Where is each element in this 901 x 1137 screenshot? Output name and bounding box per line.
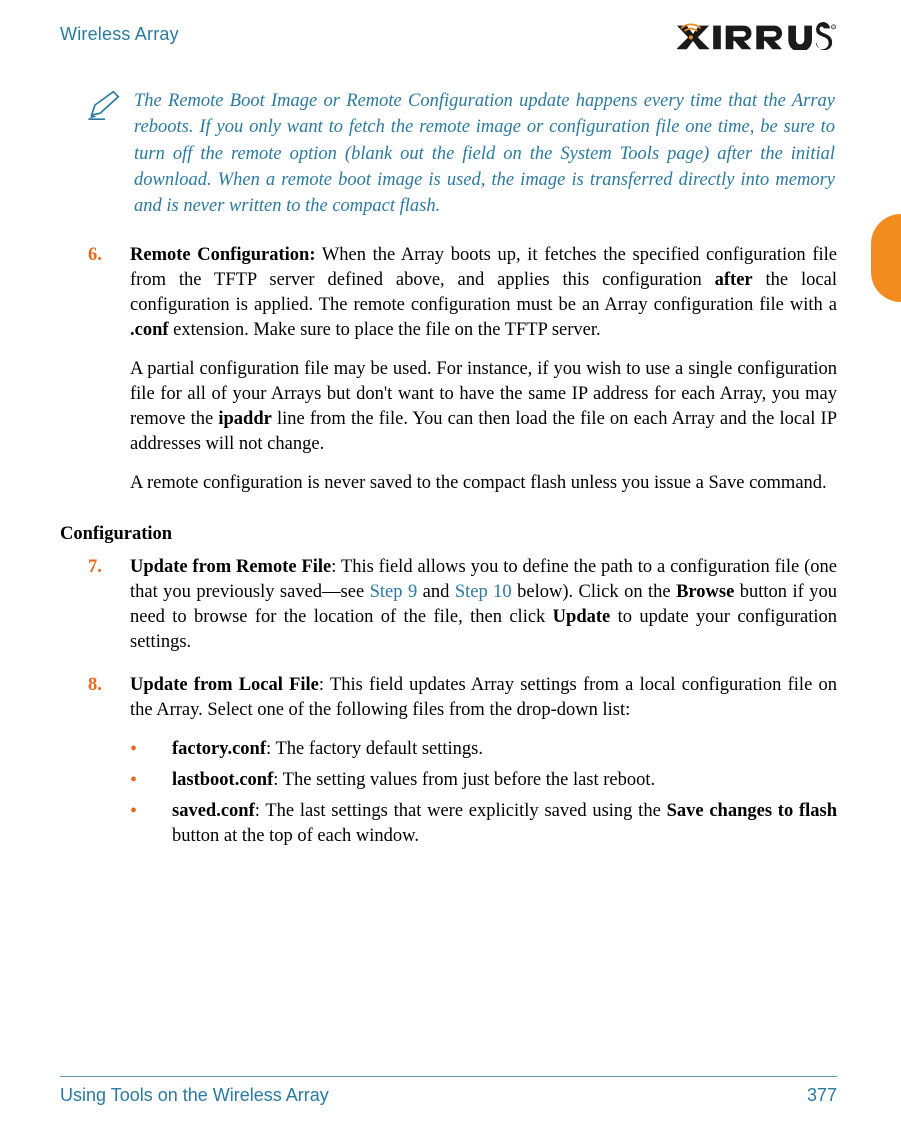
side-tab-marker <box>871 214 901 302</box>
step-label: Update from Local File <box>130 675 319 695</box>
page-header: Wireless Array R <box>60 22 837 60</box>
step-number: 6. <box>88 243 130 268</box>
text: button at the top of each window. <box>172 826 419 846</box>
list-item-label: lastboot.conf <box>172 770 273 790</box>
text-bold: ipaddr <box>218 409 271 429</box>
list-item: • lastboot.conf: The setting values from… <box>60 768 837 793</box>
text-bold: after <box>715 270 753 290</box>
list-item-body: lastboot.conf: The setting values from j… <box>172 768 837 793</box>
list-item-body: factory.conf: The factory default settin… <box>172 737 837 762</box>
note-text: The Remote Boot Image or Remote Configur… <box>134 88 837 219</box>
step-body: Update from Remote File: This field allo… <box>130 555 837 669</box>
text: : The last settings that were explicitly… <box>255 801 667 821</box>
list-item: • saved.conf: The last settings that wer… <box>60 799 837 849</box>
list-item-body: saved.conf: The last settings that were … <box>172 799 837 849</box>
step-8: 8. Update from Local File: This field up… <box>60 673 837 737</box>
text-bold: Browse <box>676 582 734 602</box>
text: extension. Make sure to place the file o… <box>169 320 601 340</box>
text-bold: Save changes to flash <box>667 801 837 821</box>
bullet-icon: • <box>130 737 172 761</box>
bullet-icon: • <box>130 768 172 792</box>
text: below). Click on the <box>512 582 676 602</box>
list-item: • factory.conf: The factory default sett… <box>60 737 837 762</box>
step-body: Remote Configuration: When the Array boo… <box>130 243 837 510</box>
step-number: 8. <box>88 673 130 698</box>
step-7: 7. Update from Remote File: This field a… <box>60 555 837 669</box>
step-body: Update from Local File: This field updat… <box>130 673 837 737</box>
text: A remote configuration is never saved to… <box>130 471 837 496</box>
list-item-label: saved.conf <box>172 801 255 821</box>
bullet-icon: • <box>130 799 172 823</box>
page-footer: Using Tools on the Wireless Array 377 <box>60 1076 837 1107</box>
step-label: Remote Configuration: <box>130 245 315 265</box>
page-content: The Remote Boot Image or Remote Configur… <box>60 60 837 849</box>
note-block: The Remote Boot Image or Remote Configur… <box>60 88 837 219</box>
page-number: 377 <box>807 1083 837 1107</box>
text-bold: Update <box>553 607 611 627</box>
pencil-icon <box>88 90 134 128</box>
text: : The factory default settings. <box>266 739 483 759</box>
section-heading: Configuration <box>60 522 837 547</box>
text-bold: .conf <box>130 320 169 340</box>
header-title: Wireless Array <box>60 22 179 46</box>
link-step-10[interactable]: Step 10 <box>455 582 512 602</box>
link-step-9[interactable]: Step 9 <box>370 582 418 602</box>
text: and <box>417 582 455 602</box>
page: Wireless Array R <box>0 0 901 1137</box>
step-6: 6. Remote Configuration: When the Array … <box>60 243 837 510</box>
text: : The setting values from just before th… <box>273 770 655 790</box>
step-number: 7. <box>88 555 130 580</box>
footer-left: Using Tools on the Wireless Array <box>60 1083 329 1107</box>
list-item-label: factory.conf <box>172 739 266 759</box>
xirrus-logo: R <box>677 22 837 50</box>
step-label: Update from Remote File <box>130 557 331 577</box>
